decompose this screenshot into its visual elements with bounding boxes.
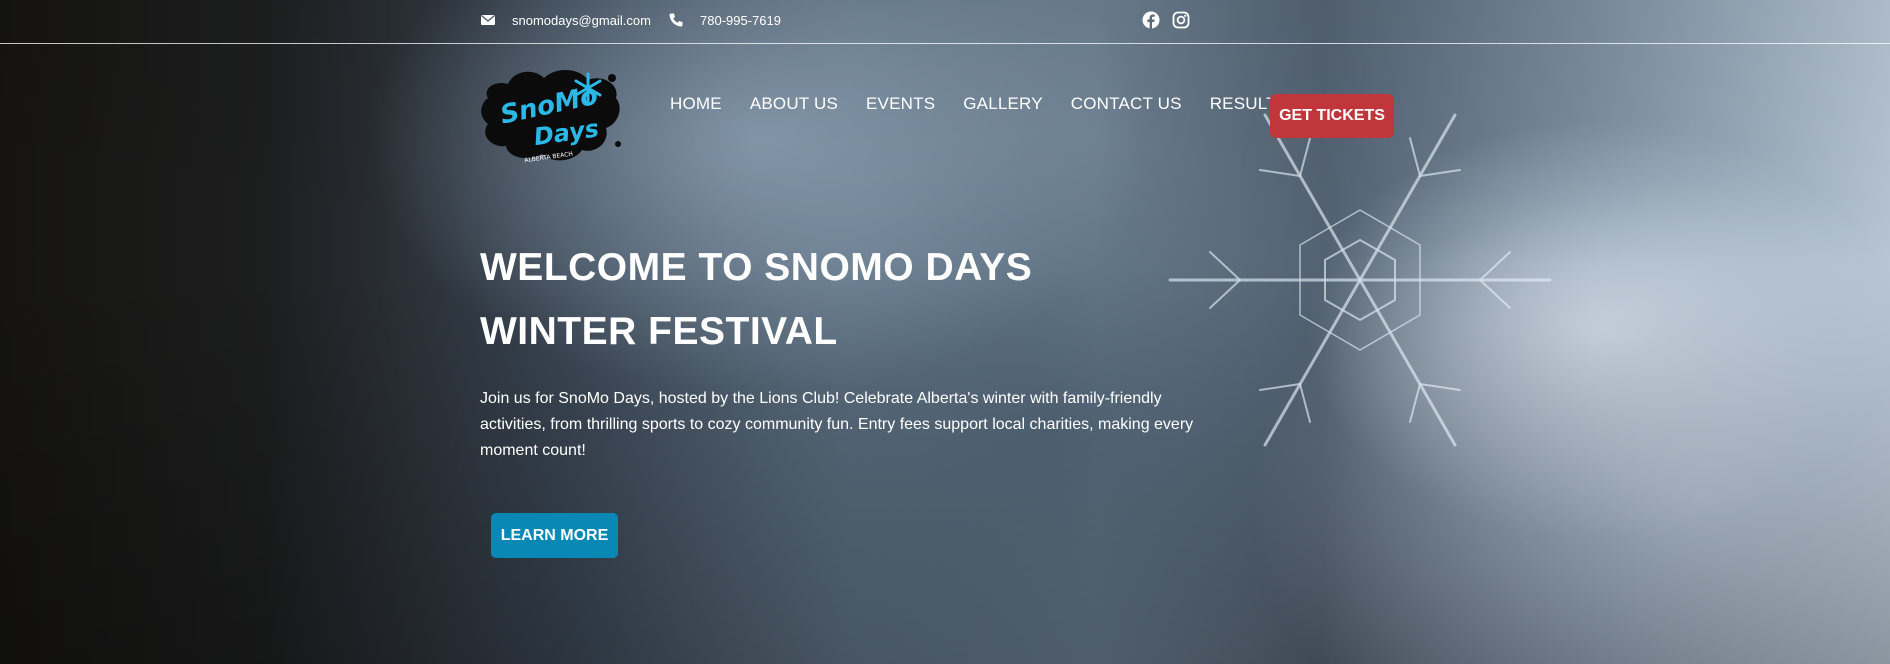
facebook-icon[interactable] [1142, 11, 1160, 29]
main-nav: HOME ABOUT US EVENTS GALLERY CONTACT US … [670, 94, 1316, 114]
nav-about-us[interactable]: ABOUT US [750, 94, 838, 114]
hero-section: snomodays@gmail.com 780-995-7619 SnoMo D… [0, 0, 1890, 664]
get-tickets-button[interactable]: GET TICKETS [1270, 94, 1394, 138]
nav-events[interactable]: EVENTS [866, 94, 935, 114]
envelope-icon [481, 15, 495, 25]
title-line-2: WINTER FESTIVAL [480, 310, 838, 353]
social-links [1142, 11, 1190, 29]
instagram-icon[interactable] [1172, 11, 1190, 29]
title-line-1: WELCOME TO SNOMO DAYS [480, 246, 1033, 289]
nav-gallery[interactable]: GALLERY [963, 94, 1043, 114]
nav-home[interactable]: HOME [670, 94, 722, 114]
email-text[interactable]: snomodays@gmail.com [512, 13, 651, 28]
learn-more-button[interactable]: LEARN MORE [491, 513, 618, 558]
phone-contact[interactable]: 780-995-7619 [668, 12, 781, 28]
page-title: WELCOME TO SNOMO DAYS WINTER FESTIVAL [480, 236, 1032, 364]
phone-text[interactable]: 780-995-7619 [700, 13, 781, 28]
phone-icon [669, 13, 683, 27]
nav-contact-us[interactable]: CONTACT US [1071, 94, 1182, 114]
snomo-days-logo[interactable]: SnoMo Days ALBERTA BEACH [478, 58, 626, 166]
contact-bar: snomodays@gmail.com 780-995-7619 [0, 0, 1890, 44]
intro-text: Join us for SnoMo Days, hosted by the Li… [480, 390, 1194, 459]
email-contact[interactable]: snomodays@gmail.com [480, 12, 651, 28]
